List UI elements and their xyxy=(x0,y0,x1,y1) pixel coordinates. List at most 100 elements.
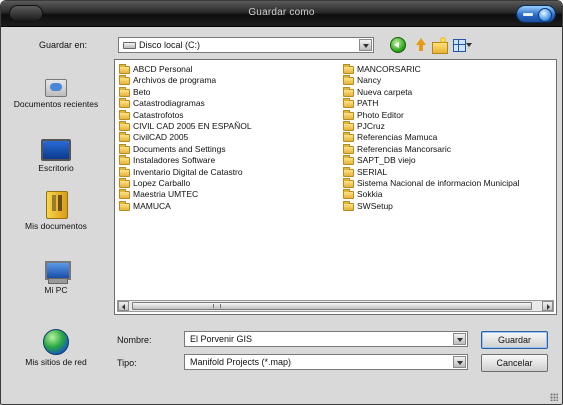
folder-item[interactable]: Archivos de programa xyxy=(119,75,334,86)
place-label: Mis documentos xyxy=(25,221,87,231)
place-label: Mis sitios de red xyxy=(25,357,87,367)
folder-name: MANCORSARIC xyxy=(357,64,421,74)
folder-icon xyxy=(119,166,130,177)
folder-icon xyxy=(343,155,354,166)
views-menu-icon[interactable] xyxy=(452,37,472,53)
folder-name: CivilCAD 2005 xyxy=(133,132,189,143)
folder-name: Photo Editor xyxy=(357,109,404,120)
save-in-dropdown[interactable]: Disco local (C:) xyxy=(118,37,374,53)
minimize-icon[interactable] xyxy=(523,13,533,16)
scrollbar-thumb[interactable] xyxy=(132,302,532,310)
back-icon[interactable] xyxy=(390,37,406,53)
folder-item[interactable]: Instaladores Software xyxy=(119,155,334,166)
horizontal-scrollbar[interactable] xyxy=(117,300,554,312)
folder-name: Lopez Carballo xyxy=(133,177,191,188)
folder-name: Archivos de programa xyxy=(133,75,217,86)
file-column-2: MANCORSARIC Nancy Nueva carpeta PATH Pho… xyxy=(343,64,555,212)
scroll-left-icon[interactable] xyxy=(118,301,129,311)
recent-documents-icon xyxy=(45,79,67,97)
folder-name: PJCruz xyxy=(357,120,385,131)
folder-item[interactable]: Beto xyxy=(119,86,334,98)
folder-icon xyxy=(119,86,130,97)
folder-icon xyxy=(119,155,130,166)
folder-item[interactable]: MAMUCA xyxy=(119,200,334,212)
network-places-icon xyxy=(43,329,69,355)
folder-item[interactable]: Catastrofotos xyxy=(119,109,334,121)
folder-icon xyxy=(343,132,354,143)
folder-name: MAMUCA xyxy=(133,200,171,211)
file-name-field[interactable]: El Porvenir GIS xyxy=(184,331,468,347)
folder-item[interactable]: Catastrodiagramas xyxy=(119,98,334,109)
folder-icon xyxy=(119,98,130,109)
folder-item[interactable]: Inventario Digital de Catastro xyxy=(119,166,334,178)
my-documents-icon xyxy=(44,189,68,219)
folder-icon xyxy=(119,143,130,154)
folder-item[interactable]: Nancy xyxy=(343,75,555,86)
place-my-computer[interactable]: Mi PC xyxy=(1,261,111,295)
folder-icon xyxy=(119,120,130,131)
folder-icon xyxy=(119,75,130,86)
folder-name: Referencias Mancorsaric xyxy=(357,143,452,154)
folder-item[interactable]: Sistema Nacional de informacion Municipa… xyxy=(343,177,555,189)
folder-name: ABCD Personal xyxy=(133,64,193,74)
window-controls[interactable] xyxy=(516,5,556,23)
folder-item[interactable]: Lopez Carballo xyxy=(119,177,334,189)
file-name-value[interactable]: El Porvenir GIS xyxy=(190,334,252,344)
folder-item[interactable]: Documents and Settings xyxy=(119,143,334,155)
title-bar[interactable]: Guardar como xyxy=(1,1,562,27)
folder-item[interactable]: Nueva carpeta xyxy=(343,86,555,98)
folder-item[interactable]: Sokkia xyxy=(343,189,555,200)
help-icon[interactable] xyxy=(538,8,552,22)
save-as-dialog: Guardar como Guardar en: Disco local (C:… xyxy=(0,0,563,405)
save-in-value: Disco local (C:) xyxy=(139,40,201,50)
chevron-down-icon[interactable] xyxy=(359,39,372,51)
folder-name: SAPT_DB viejo xyxy=(357,155,416,166)
place-recent-documents[interactable]: Documentos recientes xyxy=(1,75,111,109)
up-folder-icon[interactable] xyxy=(412,37,428,53)
folder-name: PATH xyxy=(357,98,379,109)
place-desktop[interactable]: Escritorio xyxy=(1,139,111,173)
my-computer-icon xyxy=(42,261,71,284)
chevron-down-icon[interactable] xyxy=(453,333,466,345)
scroll-right-icon[interactable] xyxy=(542,301,553,311)
folder-icon xyxy=(343,143,354,154)
folder-name: Nancy xyxy=(357,75,382,86)
save-button[interactable]: Guardar xyxy=(481,331,548,349)
file-column-1: ABCD Personal Archivos de programa Beto … xyxy=(119,64,334,212)
folder-item[interactable]: SWSetup xyxy=(343,200,555,212)
folder-icon xyxy=(343,166,354,177)
folder-icon xyxy=(343,64,354,74)
folder-icon xyxy=(119,64,130,74)
resize-grip-icon[interactable] xyxy=(550,393,558,401)
folder-item[interactable]: PATH xyxy=(343,98,555,109)
folder-item[interactable]: MANCORSARIC xyxy=(343,64,555,75)
folder-icon xyxy=(119,177,130,188)
cancel-button[interactable]: Cancelar xyxy=(481,354,548,372)
folder-item[interactable]: SERIAL xyxy=(343,166,555,178)
folder-name: Sistema Nacional de informacion Municipa… xyxy=(357,177,520,188)
folder-item[interactable]: Photo Editor xyxy=(343,109,555,121)
file-type-dropdown[interactable]: Manifold Projects (*.map) xyxy=(184,354,468,370)
folder-item[interactable]: SAPT_DB viejo xyxy=(343,155,555,166)
folder-icon xyxy=(343,177,354,188)
new-folder-icon[interactable] xyxy=(431,37,448,54)
place-network[interactable]: Mis sitios de red xyxy=(1,329,111,367)
folder-icon xyxy=(119,189,130,200)
folder-item[interactable]: CIVIL CAD 2005 EN ESPAÑOL xyxy=(119,120,334,132)
chevron-down-icon[interactable] xyxy=(453,356,466,368)
save-in-label: Guardar en: xyxy=(39,40,88,50)
folder-name: Documents and Settings xyxy=(133,143,226,154)
folder-name: SWSetup xyxy=(357,200,393,211)
folder-icon xyxy=(343,189,354,200)
file-type-value: Manifold Projects (*.map) xyxy=(190,357,292,367)
folder-item[interactable]: Referencias Mancorsaric xyxy=(343,143,555,155)
folder-item[interactable]: PJCruz xyxy=(343,120,555,132)
folder-item[interactable]: Maestria UMTEC xyxy=(119,189,334,200)
place-label: Documentos recientes xyxy=(13,99,99,109)
folder-item[interactable]: Referencias Mamuca xyxy=(343,132,555,143)
place-my-documents[interactable]: Mis documentos xyxy=(1,189,111,231)
file-list[interactable]: ABCD Personal Archivos de programa Beto … xyxy=(114,59,557,315)
folder-item[interactable]: ABCD Personal xyxy=(119,64,334,75)
folder-item[interactable]: CivilCAD 2005 xyxy=(119,132,334,143)
folder-name: SERIAL xyxy=(357,166,388,177)
